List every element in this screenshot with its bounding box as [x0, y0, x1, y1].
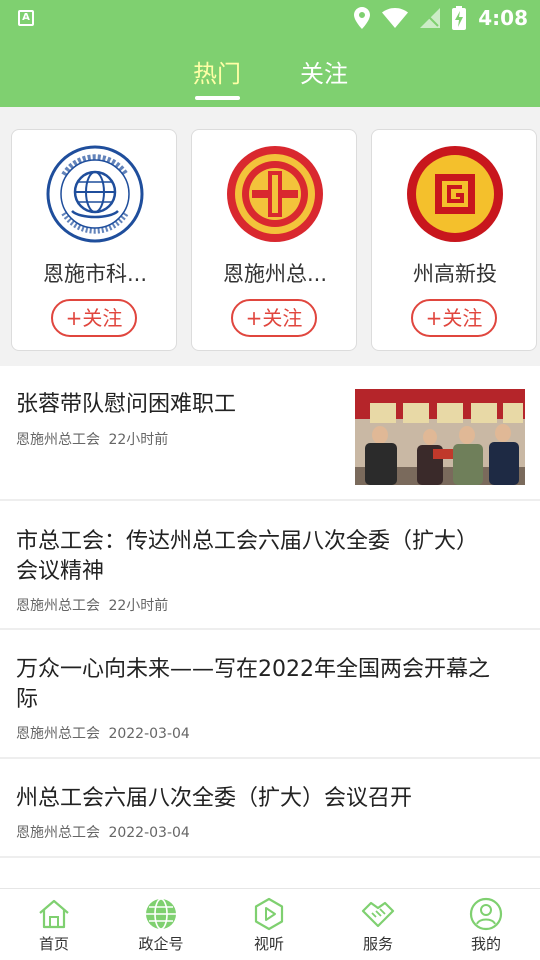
nav-label: 首页: [38, 935, 69, 953]
news-meta: 恩施州总工会 22小时前: [16, 429, 168, 449]
handshake-icon: [361, 901, 395, 928]
location-icon: [354, 7, 371, 29]
nav-profile[interactable]: 我的: [446, 889, 526, 960]
news-title: 万众一心向未来——写在2022年全国两会开幕之际: [16, 657, 490, 712]
header-bar: A 4:08 热门 关注: [0, 0, 540, 107]
user-icon: [469, 897, 503, 931]
active-tab-indicator: [195, 96, 240, 100]
follow-button[interactable]: +关注: [51, 299, 137, 337]
nav-services[interactable]: 服务: [338, 889, 418, 960]
nav-gov-enterprise[interactable]: 政企号: [121, 889, 201, 960]
top-tabs: 热门 关注: [0, 56, 540, 100]
news-item[interactable]: 万众一心向未来——写在2022年全国两会开幕之际 恩施州总工会 2022-03-…: [0, 630, 540, 759]
news-title: 市总工会：传达州总工会六届八次全委（扩大）会议精神: [16, 529, 479, 584]
follow-button[interactable]: +关注: [411, 299, 497, 337]
account-card[interactable]: 恩施州总... +关注: [191, 129, 357, 351]
tab-hot[interactable]: 热门: [193, 56, 241, 92]
nav-home[interactable]: 首页: [14, 889, 94, 960]
news-title: 张蓉带队慰问困难职工: [16, 392, 237, 417]
account-card[interactable]: 恩施市科... +关注: [11, 129, 177, 351]
news-meta: 恩施州总工会 2022-03-04: [16, 723, 190, 743]
trade-union-logo-icon: [227, 146, 323, 242]
no-signal-icon: [420, 8, 441, 28]
news-item[interactable]: 州总工会六届八次全委（扩大）会议召开 恩施州总工会 2022-03-04: [0, 759, 540, 858]
news-source: 恩施州总工会: [16, 825, 100, 841]
status-icons: 4:08: [354, 5, 528, 31]
nav-label: 我的: [470, 935, 501, 953]
news-title: 州总工会六届八次全委（扩大）会议召开: [16, 786, 413, 811]
status-time: 4:08: [478, 6, 528, 30]
play-icon: [254, 897, 284, 931]
news-source: 恩施州总工会: [16, 598, 100, 614]
account-name: 恩施州总...: [222, 262, 328, 286]
high-tech-investment-logo-icon: [407, 146, 503, 242]
news-item[interactable]: 市总工会：传达州总工会六届八次全委（扩大）会议精神 恩施州总工会 22小时前: [0, 501, 540, 630]
news-source: 恩施州总工会: [16, 432, 100, 448]
news-meta: 恩施州总工会 2022-03-04: [16, 822, 190, 842]
notification-app-icon: A: [18, 10, 34, 26]
nav-label: 视听: [253, 935, 284, 953]
follow-button[interactable]: +关注: [231, 299, 317, 337]
nav-media[interactable]: 视听: [229, 889, 309, 960]
battery-charging-icon: [452, 6, 467, 30]
news-source: 恩施州总工会: [16, 726, 100, 742]
nav-label: 服务: [362, 935, 393, 953]
bottom-nav: 首页 政企号 视听 服务 我的: [0, 888, 540, 960]
account-name: 恩施市科...: [42, 262, 148, 286]
account-name: 州高新投: [413, 262, 497, 286]
wifi-icon: [382, 8, 409, 28]
globe-icon: [146, 898, 176, 930]
news-meta: 恩施州总工会 22小时前: [16, 595, 168, 615]
news-time: 22小时前: [108, 432, 169, 448]
home-icon: [39, 899, 69, 929]
tab-follow[interactable]: 关注: [300, 56, 348, 92]
nav-label: 政企号: [138, 935, 184, 953]
status-bar: A 4:08: [0, 0, 540, 36]
news-time: 2022-03-04: [108, 825, 190, 841]
news-time: 2022-03-04: [108, 726, 190, 742]
news-item[interactable]: 张蓉带队慰问困难职工 恩施州总工会 22小时前: [0, 366, 540, 501]
recommended-accounts: 恩施市科... +关注 恩施州总... +关注 州高新投 +关注: [0, 107, 540, 366]
science-association-logo-icon: [46, 145, 144, 243]
account-card[interactable]: 州高新投 +关注: [371, 129, 537, 351]
news-time: 22小时前: [108, 598, 169, 614]
news-thumbnail: [355, 389, 525, 485]
